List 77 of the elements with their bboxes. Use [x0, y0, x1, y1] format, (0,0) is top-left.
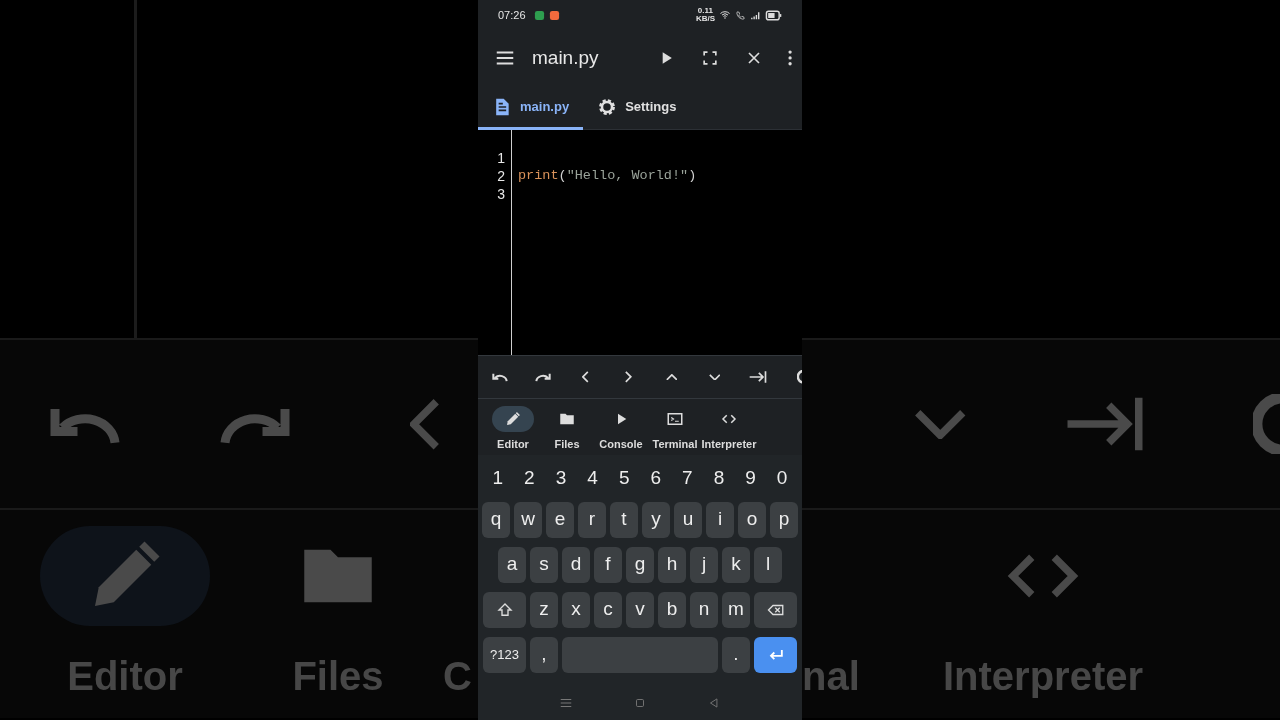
triangle-icon: [707, 695, 721, 710]
nav-label: Editor: [67, 656, 183, 696]
letter-key[interactable]: i: [706, 501, 734, 538]
letter-key[interactable]: r: [578, 501, 606, 538]
phone-icon: [735, 9, 746, 21]
number-key[interactable]: 8: [713, 463, 725, 493]
nav-label: nal: [802, 656, 860, 696]
chevron-left-icon: [410, 397, 440, 451]
letter-key[interactable]: l: [754, 546, 782, 583]
line-number: 1: [496, 149, 506, 167]
comma-key[interactable]: ,: [530, 636, 558, 673]
bottom-nav-item[interactable]: Interpreter: [702, 401, 756, 453]
chevron-up-icon: [665, 373, 678, 381]
more-button[interactable]: [787, 50, 792, 66]
line-number: 2: [496, 167, 506, 185]
network-speed: 0.11 KB/S: [695, 7, 715, 23]
back-nav-button[interactable]: [707, 695, 721, 710]
letter-key[interactable]: g: [626, 546, 654, 583]
number-key[interactable]: 2: [524, 463, 535, 493]
symbols-key[interactable]: ?123: [483, 636, 526, 673]
letter-key[interactable]: p: [770, 501, 798, 538]
letter-key[interactable]: t: [610, 501, 638, 538]
bottom-nav-item[interactable]: Console: [594, 401, 648, 453]
period-key[interactable]: .: [722, 636, 750, 673]
letter-key[interactable]: b: [658, 591, 686, 628]
letter-key[interactable]: v: [626, 591, 654, 628]
chevron-left-icon: [582, 371, 589, 383]
letter-key[interactable]: j: [690, 546, 718, 583]
nav-label: Files: [292, 656, 384, 696]
settings-icon: [597, 96, 618, 117]
letter-key[interactable]: d: [562, 546, 590, 583]
chevron-right-icon: [625, 371, 632, 383]
nav-label: C: [443, 656, 472, 696]
letter-key[interactable]: z: [530, 591, 558, 628]
letter-key[interactable]: y: [642, 501, 670, 538]
letter-key[interactable]: x: [562, 591, 590, 628]
number-key[interactable]: 4: [587, 463, 598, 493]
number-key[interactable]: 7: [682, 463, 693, 493]
enter-key[interactable]: [754, 636, 797, 673]
app-title: main.py: [532, 45, 599, 70]
letter-key[interactable]: c: [594, 591, 622, 628]
nav-label: Interpreter: [942, 656, 1144, 696]
letter-key[interactable]: h: [658, 546, 686, 583]
letter-key[interactable]: e: [546, 501, 574, 538]
backspace-key[interactable]: [754, 591, 797, 628]
bottom-nav-item[interactable]: Editor: [486, 401, 540, 453]
letter-key[interactable]: k: [722, 546, 750, 583]
letter-key[interactable]: f: [594, 546, 622, 583]
app-icon: [548, 9, 560, 21]
letter-key[interactable]: o: [738, 501, 766, 538]
number-key[interactable]: 0: [776, 463, 788, 493]
clock: 07:26: [498, 7, 526, 23]
letter-key[interactable]: w: [514, 501, 542, 538]
chevron-down-icon: [913, 409, 967, 439]
bottom-nav-item[interactable]: Terminal: [648, 401, 702, 453]
number-key[interactable]: 6: [650, 463, 662, 493]
bottom-nav-item[interactable]: Files: [540, 401, 594, 453]
code-line: print("Hello, World!"): [518, 168, 697, 183]
tab[interactable]: Settings: [583, 86, 691, 130]
shift-key[interactable]: [483, 591, 526, 628]
wifi-icon: [719, 9, 731, 21]
line-number: 3: [496, 185, 506, 203]
number-key[interactable]: 5: [618, 463, 630, 493]
app-icon: [533, 9, 545, 21]
letter-key[interactable]: u: [674, 501, 702, 538]
letter-key[interactable]: n: [690, 591, 718, 628]
number-key[interactable]: 1: [492, 463, 504, 493]
letter-key[interactable]: a: [498, 546, 526, 583]
letter-key[interactable]: q: [482, 501, 510, 538]
letter-key[interactable]: s: [530, 546, 558, 583]
chevron-down-icon: [708, 373, 721, 381]
number-key[interactable]: 9: [745, 463, 756, 493]
number-key[interactable]: 3: [555, 463, 567, 493]
pencil-icon: [504, 409, 522, 428]
letter-key[interactable]: m: [722, 591, 750, 628]
more-icon: [787, 50, 792, 66]
signal-icon: [750, 9, 761, 21]
